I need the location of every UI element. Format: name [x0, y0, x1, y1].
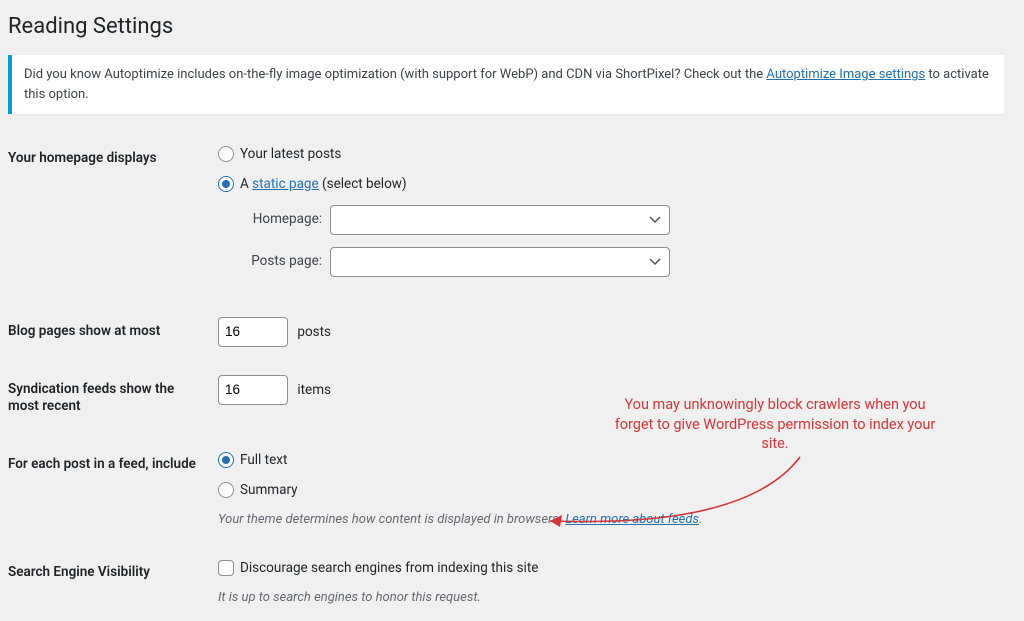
syndication-unit: items — [297, 382, 331, 398]
homepage-select[interactable] — [330, 205, 670, 235]
postspage-select[interactable] — [330, 247, 670, 277]
notice-text-prefix: Did you know Autoptimize includes on-the… — [24, 67, 766, 82]
blog-pages-unit: posts — [297, 324, 331, 340]
static-prefix: A — [240, 176, 252, 192]
notice-link[interactable]: Autoptimize Image settings — [766, 67, 925, 82]
radio-full-text[interactable] — [218, 452, 234, 468]
radio-static-page[interactable] — [218, 176, 234, 192]
annotation-text: You may unknowingly block crawlers when … — [605, 395, 945, 454]
discourage-checkbox[interactable] — [218, 560, 234, 576]
visibility-desc: It is up to search engines to honor this… — [218, 588, 994, 608]
feed-content-label: For each post in a feed, include — [8, 436, 208, 544]
static-page-link[interactable]: static page — [252, 176, 319, 192]
radio-summary-label[interactable]: Summary — [240, 480, 298, 500]
visibility-label: Search Engine Visibility — [8, 544, 208, 621]
autoptimize-notice: Did you know Autoptimize includes on-the… — [8, 55, 1004, 114]
feed-desc-prefix: Your theme determines how content is dis… — [218, 512, 565, 527]
homepage-displays-label: Your homepage displays — [8, 130, 208, 303]
static-suffix: (select below) — [319, 176, 407, 192]
discourage-checkbox-label[interactable]: Discourage search engines from indexing … — [240, 558, 538, 578]
syndication-label: Syndication feeds show the most recent — [8, 361, 208, 436]
radio-static-page-label[interactable]: A static page (select below) — [240, 174, 407, 194]
feed-desc-suffix: . — [699, 512, 702, 527]
radio-full-text-label[interactable]: Full text — [240, 450, 287, 470]
homepage-select-label: Homepage: — [242, 209, 322, 229]
syndication-input[interactable] — [218, 375, 288, 405]
radio-summary[interactable] — [218, 482, 234, 498]
radio-latest-posts[interactable] — [218, 146, 234, 162]
blog-pages-input[interactable] — [218, 317, 288, 347]
radio-latest-posts-label[interactable]: Your latest posts — [240, 144, 341, 164]
postspage-select-label: Posts page: — [242, 251, 322, 271]
feed-content-desc: Your theme determines how content is dis… — [218, 510, 994, 530]
learn-more-feeds-link[interactable]: Learn more about feeds — [565, 512, 699, 527]
page-title: Reading Settings — [8, 10, 1004, 43]
blog-pages-label: Blog pages show at most — [8, 303, 208, 361]
